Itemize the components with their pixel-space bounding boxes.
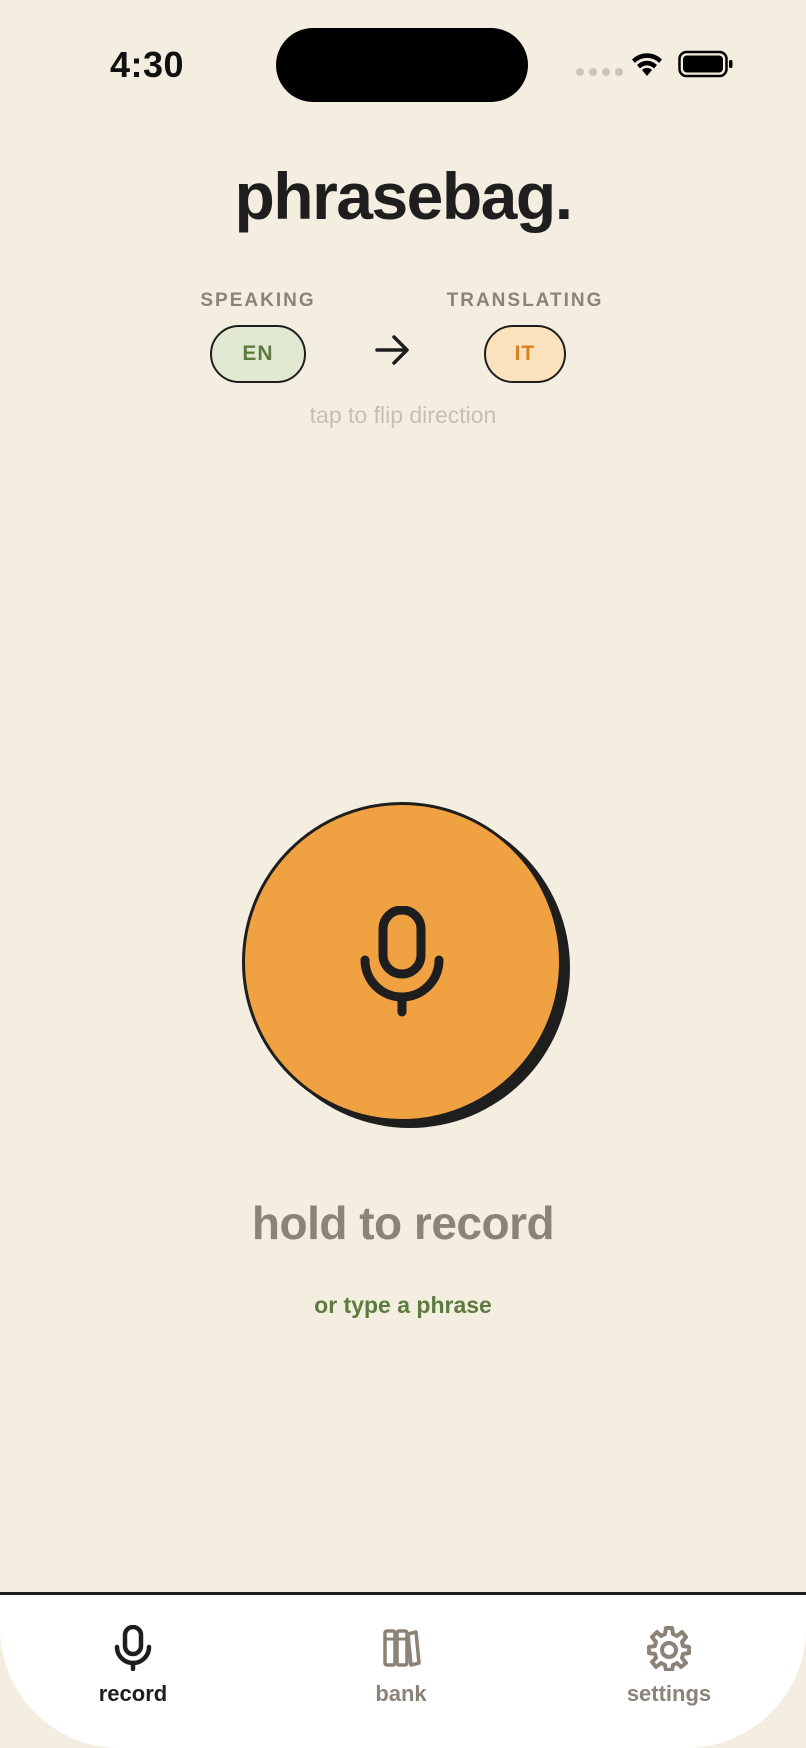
speaking-label: SPEAKING [200,290,316,311]
tab-settings[interactable]: settings [569,1625,769,1707]
app-title: phrasebag. [234,159,573,233]
flip-direction-hint[interactable]: tap to flip direction [0,402,806,429]
translating-label: TRANSLATING [446,290,604,311]
app-surface: 4:30 phrasebag. SPEAKING TRANSLATING EN … [0,0,806,1748]
status-time: 4:30 [110,44,185,85]
type-phrase-link-text[interactable]: or type a phrase [314,1292,492,1318]
hold-to-record-label: hold to record [251,1197,555,1249]
record-button[interactable] [242,802,562,1122]
battery-icon [678,50,733,78]
tab-bar: record bank settings [0,1592,806,1748]
books-icon [383,1629,421,1667]
gear-icon [647,1626,691,1671]
wifi-icon [632,53,662,76]
target-language-pill[interactable]: IT [484,325,566,383]
type-phrase-link[interactable]: or type a phrase [0,1292,806,1319]
source-language-pill[interactable]: EN [210,325,306,383]
tab-settings-label: settings [626,1681,712,1706]
microphone-icon [360,906,444,1017]
phone-screen: 4:30 phrasebag. SPEAKING TRANSLATING EN … [0,0,806,1748]
tab-bank[interactable]: bank [301,1625,501,1707]
arrow-right-icon[interactable] [374,332,412,368]
tab-record-label: record [98,1681,168,1706]
tab-bank-label: bank [375,1681,427,1706]
microphone-icon [114,1625,152,1671]
tab-record[interactable]: record [33,1625,233,1707]
dynamic-island [276,28,528,102]
cellular-signal-icon [576,68,623,76]
